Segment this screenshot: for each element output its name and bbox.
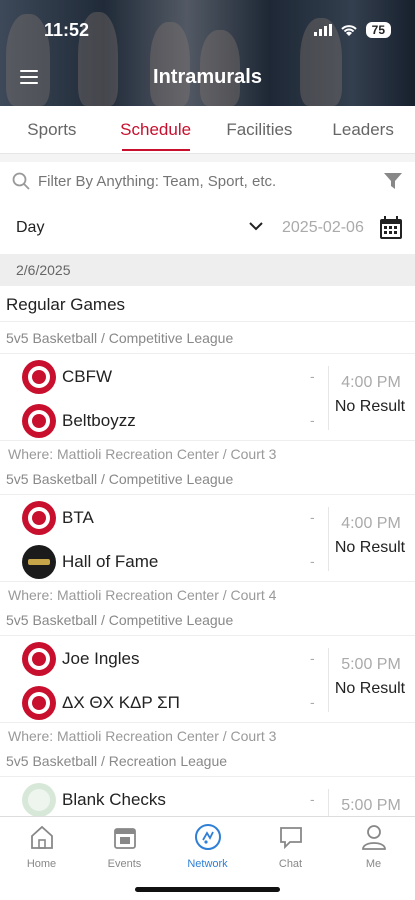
nav-label: Me	[365, 858, 382, 870]
game-result: No Result	[334, 398, 406, 415]
status-icons: 75	[313, 22, 391, 38]
tab-leaders[interactable]: Leaders	[311, 106, 415, 153]
team-logo	[22, 642, 56, 676]
calendar-icon[interactable]	[379, 216, 403, 240]
game-time: 5:00 PM	[341, 656, 401, 673]
game-result: No Result	[334, 680, 406, 697]
team-name: Blank Checks	[62, 790, 166, 809]
wifi-icon	[340, 24, 357, 36]
team-row[interactable]: BTA	[22, 501, 94, 535]
team-name: Joe Ingles	[62, 649, 140, 668]
tab-sports[interactable]: Sports	[0, 106, 104, 153]
team-row[interactable]: Joe Ingles	[22, 642, 140, 676]
game-location: Where: Mattioli Recreation Center / Cour…	[8, 728, 277, 744]
game-card[interactable]: Joe Ingles - ΔΧ ΘΧ ΚΔΡ ΣΠ - 5:00 PM No R…	[0, 635, 415, 723]
team-row[interactable]: ΔΧ ΘΧ ΚΔΡ ΣΠ	[22, 686, 180, 720]
chevron-down-icon[interactable]	[248, 218, 264, 234]
score: -	[310, 650, 315, 666]
tab-schedule[interactable]: Schedule	[104, 106, 208, 153]
league-label: 5v5 Basketball / Competitive League	[6, 612, 234, 628]
nav-label: Home	[26, 858, 57, 870]
nav-events[interactable]: Events	[83, 823, 166, 870]
chat-icon	[279, 827, 302, 850]
team-logo	[22, 545, 56, 579]
game-card[interactable]: CBFW - Beltboyzz - 4:00 PM No Result	[0, 353, 415, 441]
team-row[interactable]: Beltboyzz	[22, 404, 136, 438]
team-row[interactable]: Hall of Fame	[22, 545, 158, 579]
game-time: 4:00 PM	[341, 374, 401, 391]
filter-input[interactable]	[38, 172, 358, 190]
nav-chat[interactable]: Chat	[249, 823, 332, 870]
search-icon	[12, 172, 30, 190]
league-label: 5v5 Basketball / Competitive League	[6, 471, 234, 487]
divider	[0, 154, 415, 162]
nav-label: Events	[107, 858, 142, 870]
team-name: Hall of Fame	[62, 552, 159, 571]
score: -	[310, 553, 315, 569]
team-name: Beltboyzz	[62, 411, 136, 430]
nav-me[interactable]: Me	[332, 823, 415, 870]
team-logo	[22, 404, 56, 438]
score: -	[310, 368, 315, 384]
filter-bar	[0, 162, 415, 200]
page-title: Intramurals	[153, 66, 262, 88]
score: -	[310, 791, 315, 807]
filter-icon[interactable]	[383, 171, 403, 191]
nav-home[interactable]: Home	[0, 823, 83, 870]
team-name: CBFW	[62, 367, 113, 386]
section-date: 2/6/2025	[0, 254, 415, 286]
team-logo	[22, 783, 56, 817]
date-field[interactable]: 2025-02-06	[282, 219, 364, 237]
score: -	[310, 412, 315, 428]
header-banner: 11:52 75 Intramurals	[0, 0, 415, 106]
game-location: Where: Mattioli Recreation Center / Cour…	[8, 446, 277, 462]
signal-icon	[313, 24, 332, 36]
nav-label: Network	[187, 858, 228, 870]
score: -	[310, 694, 315, 710]
section-title: Regular Games	[0, 286, 415, 322]
person-icon	[361, 825, 386, 850]
team-logo	[22, 360, 56, 394]
battery-indicator: 75	[365, 22, 391, 38]
date-selector: Day 2025-02-06	[0, 206, 415, 250]
network-icon	[194, 824, 221, 850]
view-mode-select[interactable]: Day	[16, 219, 44, 237]
home-indicator	[135, 887, 280, 892]
game-card[interactable]: BTA - Hall of Fame - 4:00 PM No Result	[0, 494, 415, 582]
team-logo	[22, 501, 56, 535]
team-name: ΔΧ ΘΧ ΚΔΡ ΣΠ	[62, 693, 180, 712]
game-time: 5:00 PM	[341, 797, 401, 814]
game-time: 4:00 PM	[341, 515, 401, 532]
team-row[interactable]: CBFW	[22, 360, 112, 394]
team-row[interactable]: Blank Checks	[22, 783, 166, 817]
tab-facilities[interactable]: Facilities	[208, 106, 312, 153]
game-result: No Result	[334, 539, 406, 556]
tab-bar: Sports Schedule Facilities Leaders	[0, 106, 415, 154]
status-time: 11:52	[44, 20, 90, 40]
home-icon	[30, 825, 53, 849]
calendar-icon	[113, 828, 136, 849]
team-logo	[22, 686, 56, 720]
score: -	[310, 509, 315, 525]
league-label: 5v5 Basketball / Recreation League	[6, 753, 228, 769]
game-location: Where: Mattioli Recreation Center / Cour…	[8, 587, 277, 603]
league-label: 5v5 Basketball / Competitive League	[6, 330, 234, 346]
team-name: BTA	[62, 508, 94, 527]
nav-label: Chat	[278, 858, 303, 870]
nav-network[interactable]: Network	[166, 823, 249, 870]
